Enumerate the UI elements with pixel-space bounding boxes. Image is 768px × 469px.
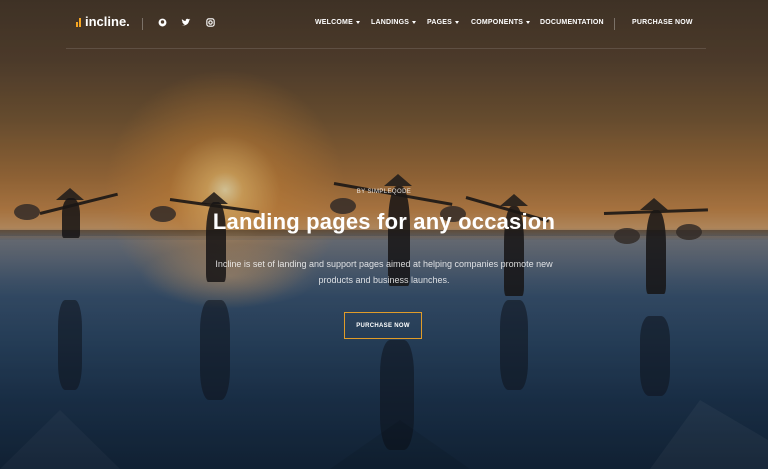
hero-eyebrow: BY SIMPLEQODE <box>356 189 412 195</box>
page: incline. WELCOME LANDINGS PAGES COMPONEN… <box>0 0 768 469</box>
purchase-now-button[interactable]: PURCHASE NOW <box>344 312 422 339</box>
hero-subtitle: Incline is set of landing and support pa… <box>215 259 553 285</box>
hero-title: Landing pages for any occasion <box>212 209 556 234</box>
cta-label: PURCHASE NOW <box>356 322 410 329</box>
decorative-triangles <box>330 400 768 469</box>
